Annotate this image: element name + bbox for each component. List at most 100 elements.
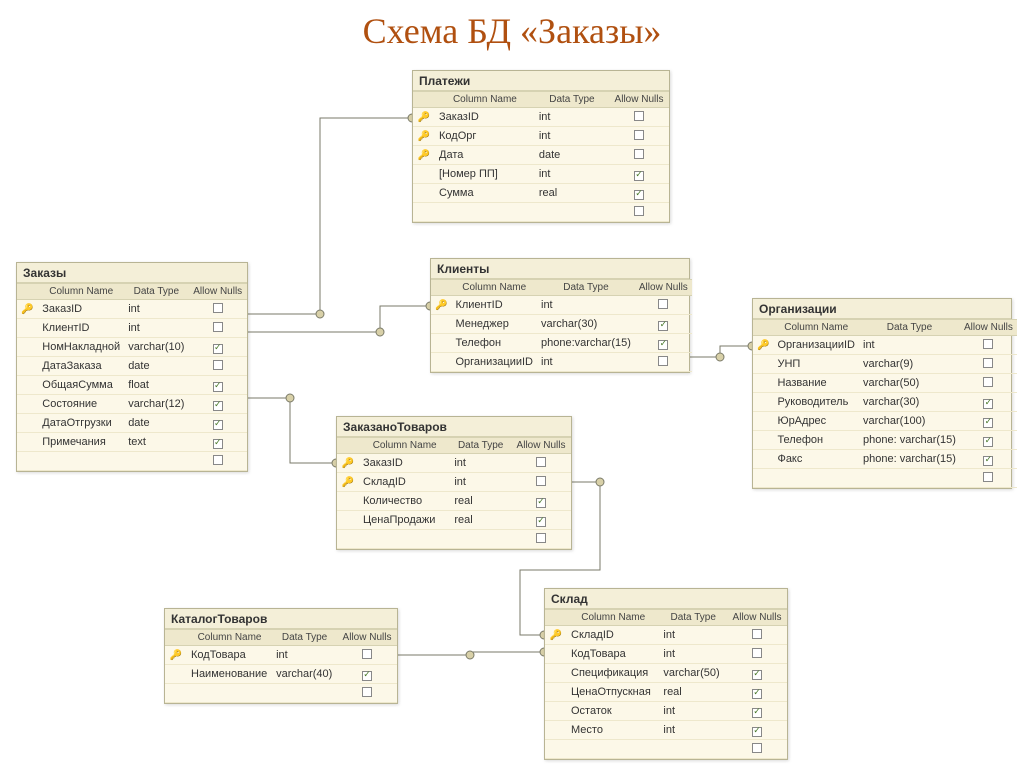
allow-nulls-checkbox[interactable] bbox=[188, 319, 247, 338]
page-title: Схема БД «Заказы» bbox=[0, 10, 1024, 52]
allow-nulls-checkbox[interactable] bbox=[727, 740, 787, 759]
entity-warehouse[interactable]: СкладColumn NameData TypeAllow Nulls🔑Скл… bbox=[544, 588, 788, 760]
key-icon: 🔑 bbox=[17, 300, 38, 319]
allow-nulls-checkbox[interactable] bbox=[609, 203, 669, 222]
table-row[interactable]: 🔑СкладIDint bbox=[545, 626, 787, 645]
table-row[interactable]: 🔑СкладIDint bbox=[337, 473, 571, 492]
table-row[interactable]: КлиентIDint bbox=[17, 319, 247, 338]
allow-nulls-checkbox[interactable] bbox=[609, 146, 669, 165]
table-row[interactable]: Примечанияtext bbox=[17, 433, 247, 452]
table-row[interactable]: 🔑ЗаказIDint bbox=[337, 454, 571, 473]
allow-nulls-checkbox[interactable] bbox=[337, 646, 397, 665]
allow-nulls-checkbox[interactable] bbox=[609, 184, 669, 203]
table-row[interactable] bbox=[753, 469, 1017, 488]
table-row[interactable] bbox=[545, 740, 787, 759]
allow-nulls-checkbox[interactable] bbox=[960, 336, 1017, 355]
allow-nulls-checkbox[interactable] bbox=[511, 454, 571, 473]
table-row[interactable]: Менеджерvarchar(30) bbox=[431, 315, 692, 334]
table-row[interactable]: ЦенаОтпускнаяreal bbox=[545, 683, 787, 702]
table-row[interactable] bbox=[337, 530, 571, 549]
table-row[interactable]: ОрганизацииIDint bbox=[431, 353, 692, 372]
table-row[interactable]: Наименованиеvarchar(40) bbox=[165, 665, 397, 684]
entity-orgs[interactable]: ОрганизацииColumn NameData TypeAllow Nul… bbox=[752, 298, 1012, 489]
allow-nulls-checkbox[interactable] bbox=[727, 626, 787, 645]
allow-nulls-checkbox[interactable] bbox=[188, 357, 247, 376]
table-row[interactable]: НомНакладнойvarchar(10) bbox=[17, 338, 247, 357]
allow-nulls-checkbox[interactable] bbox=[188, 300, 247, 319]
allow-nulls-checkbox[interactable] bbox=[960, 431, 1017, 450]
entity-orders[interactable]: ЗаказыColumn NameData TypeAllow Nulls🔑За… bbox=[16, 262, 248, 472]
allow-nulls-checkbox[interactable] bbox=[960, 412, 1017, 431]
table-row[interactable]: Суммаreal bbox=[413, 184, 669, 203]
table-row[interactable]: Руководительvarchar(30) bbox=[753, 393, 1017, 412]
table-row[interactable]: [Номер ПП]int bbox=[413, 165, 669, 184]
allow-nulls-checkbox[interactable] bbox=[727, 721, 787, 740]
allow-nulls-checkbox[interactable] bbox=[188, 414, 247, 433]
table-row[interactable]: 🔑Датаdate bbox=[413, 146, 669, 165]
allow-nulls-checkbox[interactable] bbox=[337, 665, 397, 684]
entity-clients[interactable]: КлиентыColumn NameData TypeAllow Nulls🔑К… bbox=[430, 258, 690, 373]
allow-nulls-checkbox[interactable] bbox=[609, 127, 669, 146]
table-row[interactable]: 🔑КодТовараint bbox=[165, 646, 397, 665]
table-row[interactable]: ЮрАдресvarchar(100) bbox=[753, 412, 1017, 431]
entity-catalog[interactable]: КаталогТоваровColumn NameData TypeAllow … bbox=[164, 608, 398, 704]
allow-nulls-checkbox[interactable] bbox=[960, 393, 1017, 412]
table-row[interactable]: Остатокint bbox=[545, 702, 787, 721]
allow-nulls-checkbox[interactable] bbox=[727, 702, 787, 721]
allow-nulls-checkbox[interactable] bbox=[609, 165, 669, 184]
allow-nulls-checkbox[interactable] bbox=[337, 684, 397, 703]
table-row[interactable] bbox=[17, 452, 247, 471]
allow-nulls-checkbox[interactable] bbox=[635, 296, 692, 315]
allow-nulls-checkbox[interactable] bbox=[960, 355, 1017, 374]
header-allow-nulls: Allow Nulls bbox=[635, 280, 692, 296]
allow-nulls-checkbox[interactable] bbox=[188, 452, 247, 471]
table-row[interactable]: ЦенаПродажиreal bbox=[337, 511, 571, 530]
table-row[interactable]: ДатаОтгрузкиdate bbox=[17, 414, 247, 433]
table-row[interactable]: Спецификацияvarchar(50) bbox=[545, 664, 787, 683]
column-type: int bbox=[535, 165, 609, 184]
allow-nulls-checkbox[interactable] bbox=[727, 645, 787, 664]
table-row[interactable]: 🔑КодОргint bbox=[413, 127, 669, 146]
table-row[interactable]: Количествоreal bbox=[337, 492, 571, 511]
allow-nulls-checkbox[interactable] bbox=[635, 334, 692, 353]
table-row[interactable]: ДатаЗаказаdate bbox=[17, 357, 247, 376]
column-name: Руководитель bbox=[773, 393, 859, 412]
table-row[interactable]: 🔑ЗаказIDint bbox=[413, 108, 669, 127]
allow-nulls-checkbox[interactable] bbox=[511, 511, 571, 530]
allow-nulls-checkbox[interactable] bbox=[511, 492, 571, 511]
allow-nulls-checkbox[interactable] bbox=[511, 530, 571, 549]
table-row[interactable] bbox=[165, 684, 397, 703]
allow-nulls-checkbox[interactable] bbox=[511, 473, 571, 492]
column-type bbox=[859, 469, 960, 488]
allow-nulls-checkbox[interactable] bbox=[727, 683, 787, 702]
table-row[interactable]: 🔑ЗаказIDint bbox=[17, 300, 247, 319]
entity-ordered_goods[interactable]: ЗаказаноТоваровColumn NameData TypeAllow… bbox=[336, 416, 572, 550]
allow-nulls-checkbox[interactable] bbox=[960, 450, 1017, 469]
allow-nulls-checkbox[interactable] bbox=[960, 469, 1017, 488]
allow-nulls-checkbox[interactable] bbox=[609, 108, 669, 127]
table-row[interactable] bbox=[413, 203, 669, 222]
table-row[interactable]: Местоint bbox=[545, 721, 787, 740]
allow-nulls-checkbox[interactable] bbox=[635, 353, 692, 372]
header-data-type: Data Type bbox=[659, 610, 727, 626]
table-row[interactable]: Факсphone: varchar(15) bbox=[753, 450, 1017, 469]
table-row[interactable]: Названиеvarchar(50) bbox=[753, 374, 1017, 393]
allow-nulls-checkbox[interactable] bbox=[188, 433, 247, 452]
allow-nulls-checkbox[interactable] bbox=[188, 376, 247, 395]
table-row[interactable]: 🔑ОрганизацииIDint bbox=[753, 336, 1017, 355]
table-row[interactable]: Телефонphone: varchar(15) bbox=[753, 431, 1017, 450]
table-row[interactable]: Телефонphone:varchar(15) bbox=[431, 334, 692, 353]
entity-payments[interactable]: ПлатежиColumn NameData TypeAllow Nulls🔑З… bbox=[412, 70, 670, 223]
column-name: ЦенаОтпускная bbox=[567, 683, 659, 702]
table-row[interactable]: ОбщаяСуммаfloat bbox=[17, 376, 247, 395]
allow-nulls-checkbox[interactable] bbox=[635, 315, 692, 334]
column-name: ДатаЗаказа bbox=[38, 357, 124, 376]
allow-nulls-checkbox[interactable] bbox=[188, 338, 247, 357]
table-row[interactable]: 🔑КлиентIDint bbox=[431, 296, 692, 315]
table-row[interactable]: УНПvarchar(9) bbox=[753, 355, 1017, 374]
allow-nulls-checkbox[interactable] bbox=[188, 395, 247, 414]
table-row[interactable]: КодТовараint bbox=[545, 645, 787, 664]
allow-nulls-checkbox[interactable] bbox=[960, 374, 1017, 393]
table-row[interactable]: Состояниеvarchar(12) bbox=[17, 395, 247, 414]
allow-nulls-checkbox[interactable] bbox=[727, 664, 787, 683]
